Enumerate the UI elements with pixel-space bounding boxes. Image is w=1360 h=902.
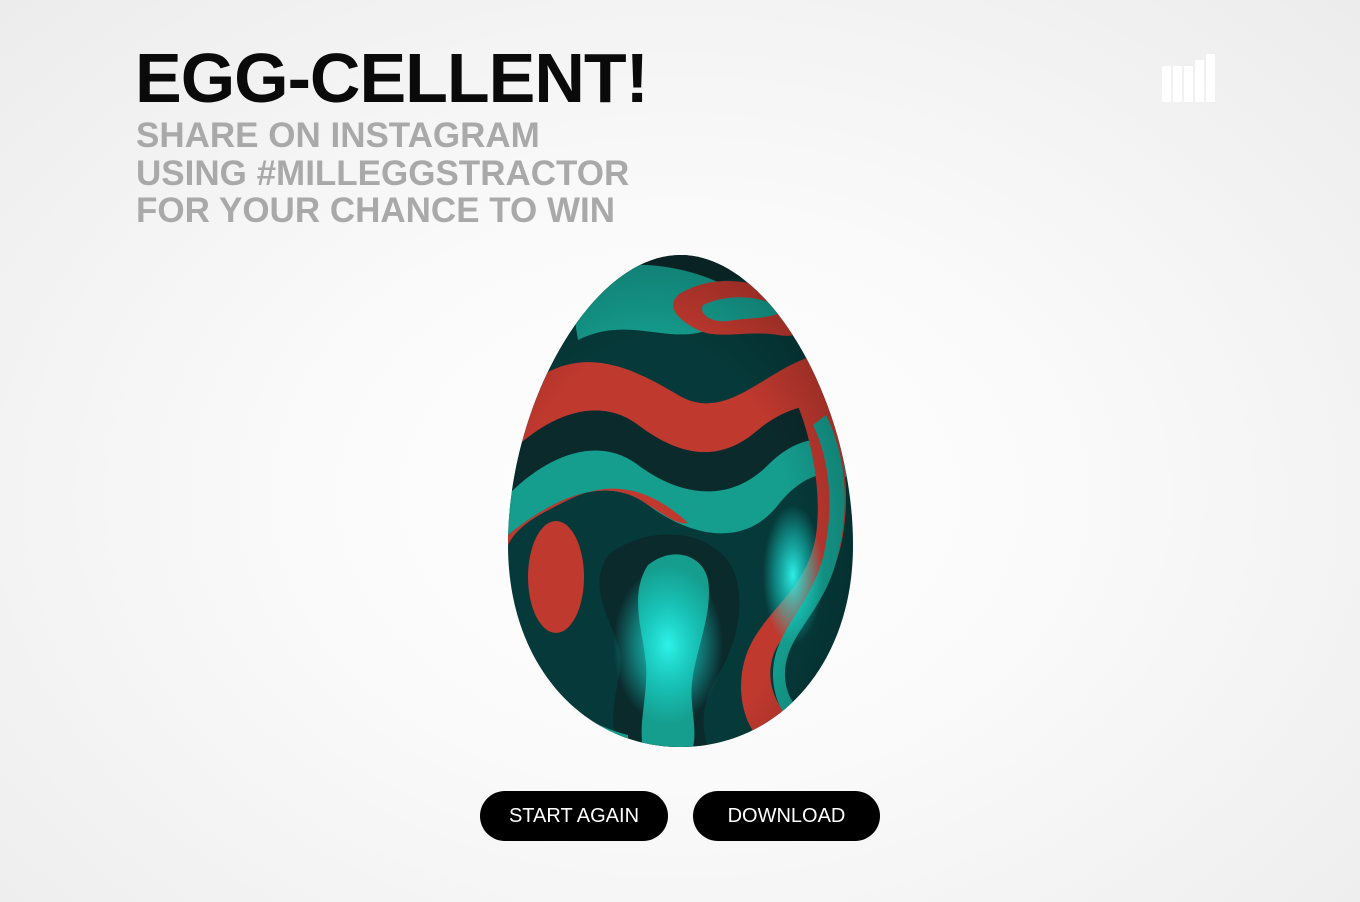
logo-bar-2 [1173, 66, 1182, 102]
instructions-line-1: SHARE ON INSTAGRAM [136, 116, 540, 155]
logo-bar-1 [1162, 66, 1171, 102]
page-title: EGG-CELLENT! [135, 39, 649, 117]
instructions-line-3: FOR YOUR CHANCE TO WIN [136, 191, 615, 230]
decorated-egg-image [508, 255, 853, 747]
start-again-button[interactable]: START AGAIN [480, 791, 668, 841]
instructions-line-2: USING #MILLEGGSTRACTOR [136, 153, 630, 193]
logo-bar-3 [1184, 66, 1193, 102]
egg-shading [508, 255, 853, 747]
bars-logo-icon[interactable] [1162, 54, 1226, 102]
logo-bar-5 [1206, 54, 1215, 102]
logo-bar-4 [1195, 60, 1204, 102]
download-button[interactable]: DOWNLOAD [693, 791, 880, 841]
instagram-share-instructions: SHARE ON INSTAGRAM USING #MILLEGGSTRACTO… [136, 117, 629, 230]
